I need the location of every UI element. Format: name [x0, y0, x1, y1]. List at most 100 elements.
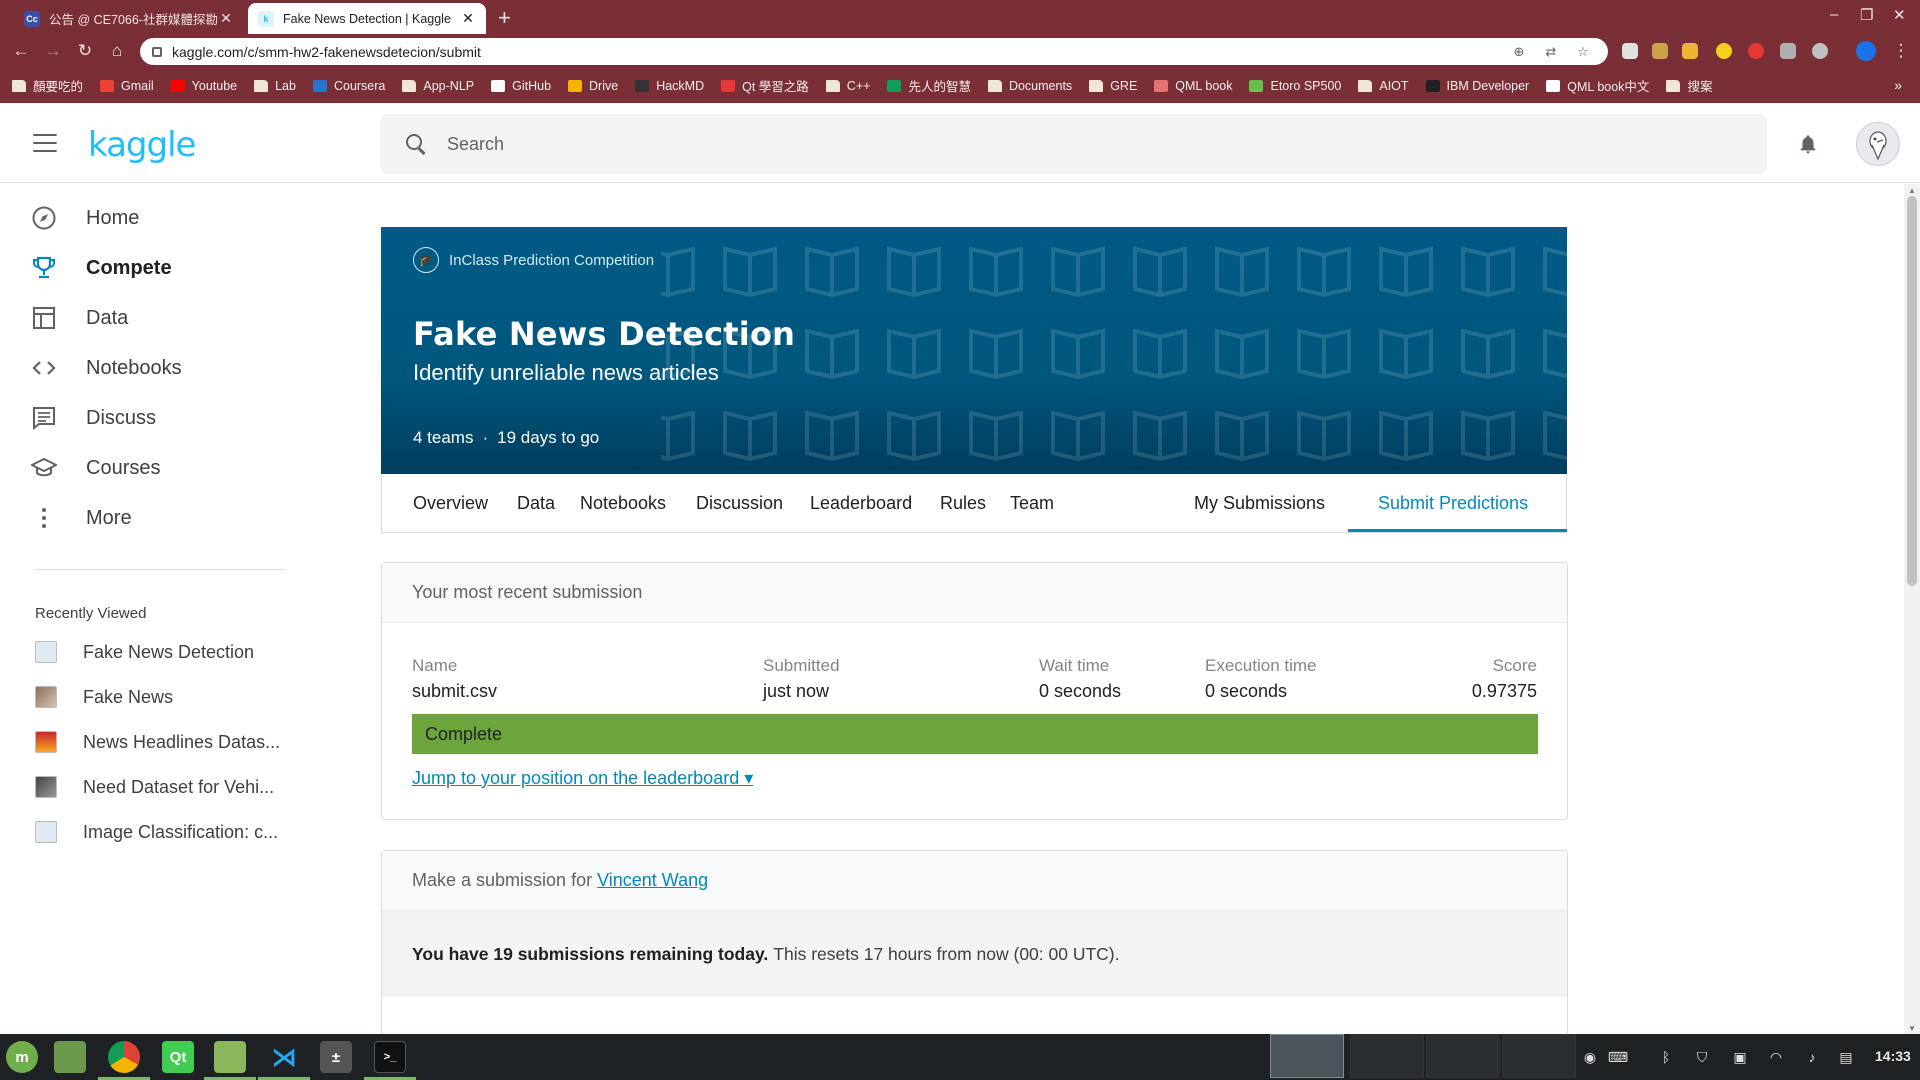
install-app-icon[interactable]: ⊕	[1512, 44, 1526, 59]
tab-notebooks[interactable]: Notebooks	[580, 493, 666, 514]
bookmark-item[interactable]: Documents	[987, 79, 1072, 93]
tab-data[interactable]: Data	[517, 493, 555, 514]
tab-submit-predictions[interactable]: Submit Predictions	[1378, 493, 1528, 514]
bookmark-item[interactable]: 先人的智慧	[887, 76, 971, 95]
recently-viewed-item[interactable]: News Headlines Datas...	[35, 727, 280, 757]
jump-to-leaderboard-link[interactable]: Jump to your position on the leaderboard…	[412, 768, 753, 789]
bookmark-item[interactable]: Youtube	[170, 79, 237, 93]
calculator-icon[interactable]: ±	[320, 1041, 352, 1073]
bookmark-item[interactable]: 顏要吃的	[12, 76, 83, 95]
bookmark-item[interactable]: IBM Developer	[1425, 79, 1529, 93]
chrome-app-icon[interactable]	[108, 1041, 140, 1073]
tab-discussion[interactable]: Discussion	[696, 493, 783, 514]
tab-team[interactable]: Team	[1010, 493, 1054, 514]
update-manager-icon[interactable]: ▣	[1730, 1047, 1750, 1067]
sidebar-item-courses[interactable]: Courses	[30, 448, 160, 488]
new-tab-icon[interactable]: +	[498, 5, 511, 31]
taskbar-window-thumbnail[interactable]	[1502, 1034, 1576, 1078]
search-input[interactable]	[447, 133, 1047, 155]
search-bar[interactable]	[380, 114, 1767, 174]
shield-icon[interactable]: ⛉	[1692, 1047, 1712, 1067]
extension-chat-icon[interactable]	[1622, 43, 1638, 59]
home-icon[interactable]: ⌂	[106, 41, 128, 61]
sidebar-item-data[interactable]: Data	[30, 298, 128, 338]
minimize-window-icon[interactable]: –	[1830, 6, 1838, 23]
keyboard-tray-icon[interactable]: ⌨	[1608, 1047, 1628, 1067]
close-tab-icon[interactable]: ✕	[460, 10, 476, 27]
page-scrollbar[interactable]: ▲ ▼	[1904, 184, 1920, 1034]
desktop-folder-icon[interactable]	[54, 1041, 86, 1073]
kaggle-logo[interactable]: kaggle	[88, 125, 196, 165]
recently-viewed-item[interactable]: Fake News Detection	[35, 637, 254, 667]
tab-rules[interactable]: Rules	[940, 493, 986, 514]
recently-viewed-item[interactable]: Fake News	[35, 682, 173, 712]
bookmark-item[interactable]: Etoro SP500	[1249, 79, 1341, 93]
back-arrow-icon[interactable]: ←	[10, 41, 32, 61]
bookmark-item[interactable]: Coursera	[312, 79, 385, 93]
taskbar-window-thumbnail[interactable]	[1270, 1034, 1344, 1078]
qt-creator-icon[interactable]: Qt	[162, 1041, 194, 1073]
close-tab-icon[interactable]: ✕	[218, 10, 234, 27]
bookmarks-overflow-icon[interactable]: »	[1894, 77, 1902, 93]
vscode-icon[interactable]: ⋊	[268, 1041, 300, 1073]
chrome-tray-icon[interactable]: ◉	[1580, 1047, 1600, 1067]
scroll-down-arrow-icon[interactable]: ▼	[1907, 1024, 1917, 1033]
bookmark-item[interactable]: App-NLP	[402, 79, 474, 93]
bookmark-item[interactable]: Drive	[568, 79, 618, 93]
taskbar-window-thumbnail[interactable]	[1426, 1034, 1500, 1078]
browser-tab-kaggle[interactable]: k Fake News Detection | Kaggle ✕	[248, 3, 486, 34]
url-text[interactable]: kaggle.com/c/smm-hw2-fakenewsdetecion/su…	[172, 44, 1512, 60]
bookmark-item[interactable]: AIOT	[1358, 79, 1409, 93]
sidebar-item-compete[interactable]: Compete	[30, 248, 172, 288]
tab-leaderboard[interactable]: Leaderboard	[810, 493, 912, 514]
bookmark-item[interactable]: C++	[825, 79, 870, 93]
bookmark-item[interactable]: Lab	[254, 79, 296, 93]
mint-menu-icon[interactable]: m	[6, 1041, 38, 1073]
tab-my-submissions[interactable]: My Submissions	[1194, 493, 1325, 514]
submitter-user-link[interactable]: Vincent Wang	[597, 870, 708, 891]
recently-viewed-item[interactable]: Need Dataset for Vehi...	[35, 772, 274, 802]
file-manager-icon[interactable]	[214, 1041, 246, 1073]
bookmark-star-icon[interactable]: ☆	[1576, 44, 1590, 59]
extension-red-icon[interactable]	[1748, 43, 1764, 59]
sound-icon[interactable]: ♪	[1802, 1047, 1822, 1067]
browser-menu-icon[interactable]: ⋮	[1890, 41, 1912, 61]
notifications-bell-icon[interactable]	[1797, 132, 1819, 156]
tab-overview[interactable]: Overview	[413, 493, 488, 514]
user-avatar[interactable]	[1856, 122, 1900, 166]
bookmark-item[interactable]: GitHub	[491, 79, 551, 93]
wifi-icon[interactable]: ◠	[1766, 1047, 1786, 1067]
close-window-icon[interactable]: ✕	[1893, 6, 1906, 24]
menu-icon[interactable]	[33, 134, 57, 152]
browser-tab-course[interactable]: Cc 公告 @ CE7066-社群媒體探勘 ✕	[14, 3, 244, 34]
bookmark-item[interactable]: GRE	[1089, 79, 1137, 93]
scrollbar-thumb[interactable]	[1907, 196, 1917, 586]
extension-bulb-icon[interactable]	[1716, 43, 1732, 59]
bookmark-item[interactable]: 搜案	[1666, 76, 1712, 95]
reload-icon[interactable]: ↻	[74, 41, 96, 61]
translate-icon[interactable]: ⇄	[1544, 44, 1558, 59]
extension-notes-icon[interactable]	[1682, 43, 1698, 59]
maximize-window-icon[interactable]: ❐	[1860, 6, 1873, 24]
bluetooth-icon[interactable]: ᛒ	[1656, 1047, 1676, 1067]
scroll-up-arrow-icon[interactable]: ▲	[1907, 186, 1917, 195]
terminal-icon[interactable]: >_	[374, 1041, 406, 1073]
extension-camera-icon[interactable]	[1812, 43, 1828, 59]
bookmark-item[interactable]: QML book中文	[1546, 76, 1649, 95]
bookmark-item[interactable]: Gmail	[100, 79, 154, 93]
sidebar-item-more[interactable]: More	[30, 498, 132, 538]
sidebar-item-discuss[interactable]: Discuss	[30, 398, 156, 438]
system-clock[interactable]: 14:33	[1875, 1048, 1911, 1064]
forward-arrow-icon[interactable]: →	[42, 41, 64, 61]
sidebar-item-notebooks[interactable]: Notebooks	[30, 348, 182, 388]
sidebar-item-home[interactable]: Home	[30, 198, 139, 238]
extension-cursor-icon[interactable]	[1780, 43, 1796, 59]
clipboard-icon[interactable]: ▤	[1836, 1047, 1856, 1067]
bookmark-item[interactable]: HackMD	[635, 79, 704, 93]
extension-badge-icon[interactable]	[1652, 43, 1668, 59]
bookmark-item[interactable]: QML book	[1154, 79, 1232, 93]
profile-avatar-icon[interactable]	[1856, 41, 1876, 61]
address-bar[interactable]: kaggle.com/c/smm-hw2-fakenewsdetecion/su…	[140, 38, 1608, 65]
recently-viewed-item[interactable]: Image Classification: c...	[35, 817, 278, 847]
bookmark-item[interactable]: Qt 學習之路	[721, 76, 809, 95]
